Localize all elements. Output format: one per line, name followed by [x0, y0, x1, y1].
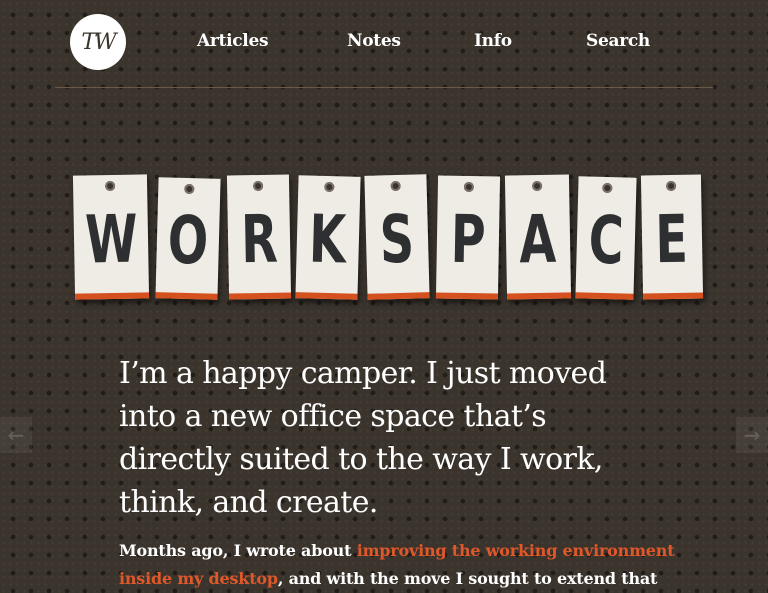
hero-tag: R: [226, 174, 292, 300]
body-text: Months ago, I wrote about: [119, 541, 357, 560]
hero-tag: P: [435, 175, 501, 300]
hero-tag: W: [72, 174, 150, 300]
prev-article-button[interactable]: ←: [0, 417, 32, 453]
article-body: Months ago, I wrote about improving the …: [119, 537, 679, 593]
body-text: , and with the move I sought to extend t…: [277, 569, 658, 588]
hero-tag: K: [295, 175, 361, 300]
hero-letter: A: [518, 200, 558, 278]
right-arrow-icon: →: [743, 423, 761, 447]
intro-line: into a new office space that’s: [119, 399, 547, 434]
hero-letter: E: [655, 200, 689, 278]
hero-tag: O: [155, 177, 221, 300]
body-link-continued[interactable]: inside my desktop: [119, 569, 278, 588]
pin-hole: [602, 182, 613, 194]
hero-letter: S: [378, 200, 416, 278]
pin-hole: [390, 180, 401, 192]
pin-hole: [184, 183, 195, 195]
pin-hole: [324, 181, 335, 193]
pin-hole: [253, 180, 264, 192]
body-link[interactable]: improving the working environment: [357, 541, 675, 560]
hero-letter: K: [308, 200, 348, 279]
article-intro: I’m a happy camper. I just moved into a …: [119, 352, 659, 524]
hero-letter: C: [587, 201, 625, 279]
intro-line: think, and create.: [119, 485, 378, 520]
left-arrow-icon: ←: [7, 423, 25, 447]
hero-tag: E: [640, 174, 704, 300]
hero-letter: P: [449, 200, 487, 279]
hero-tag: S: [364, 174, 430, 300]
intro-line: I’m a happy camper. I just moved: [119, 356, 607, 391]
hero-letter: O: [166, 201, 210, 280]
hero-title: W O R K S P A C E: [0, 0, 768, 320]
hero-tag: C: [575, 176, 637, 300]
pin-hole: [463, 181, 474, 193]
intro-line: directly suited to the way I work,: [119, 442, 603, 477]
pin-hole: [105, 180, 116, 192]
pin-hole: [666, 180, 677, 192]
hero-letter: R: [240, 200, 278, 278]
hero-tag: A: [504, 174, 572, 300]
next-article-button[interactable]: →: [736, 417, 768, 453]
hero-letter: W: [84, 200, 138, 278]
pin-hole: [532, 180, 543, 192]
